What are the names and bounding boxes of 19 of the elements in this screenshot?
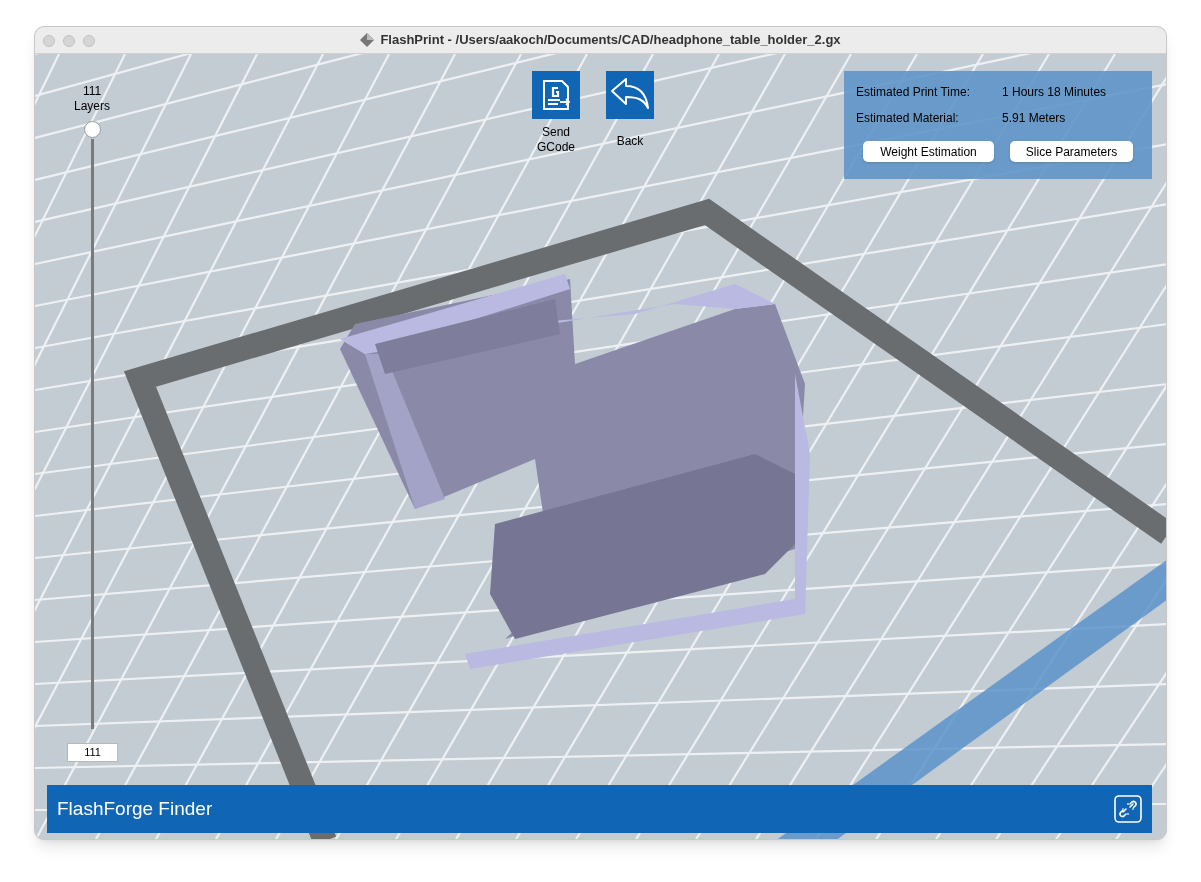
window-title: FlashPrint - /Users/aakoch/Documents/CAD/headphone_table_holder_2.gx xyxy=(380,31,841,50)
back-button[interactable]: Back xyxy=(599,71,661,155)
estimate-label: Estimated Material: xyxy=(856,110,960,127)
weight-estimation-button[interactable]: Weight Estimation xyxy=(863,141,994,162)
estimate-label: Estimated Print Time: xyxy=(856,84,972,101)
zoom-button[interactable] xyxy=(83,35,95,47)
estimate-value: 1 Hours 18 Minutes xyxy=(1002,84,1107,101)
send-gcode-button[interactable]: Send GCode xyxy=(525,71,587,155)
minimize-button[interactable] xyxy=(63,35,75,47)
layer-count: 111 xyxy=(82,84,102,99)
estimate-value: 5.91 Meters xyxy=(1002,110,1066,127)
connection-icon[interactable] xyxy=(1114,795,1142,823)
gcode-file-icon xyxy=(532,71,580,119)
app-icon xyxy=(360,33,375,47)
close-button[interactable] xyxy=(43,35,55,47)
slice-parameters-button[interactable]: Slice Parameters xyxy=(1010,141,1133,162)
printer-name: FlashForge Finder xyxy=(57,796,213,821)
layers-label: Layers xyxy=(74,99,110,114)
layer-input-field[interactable]: 111 xyxy=(67,743,118,762)
